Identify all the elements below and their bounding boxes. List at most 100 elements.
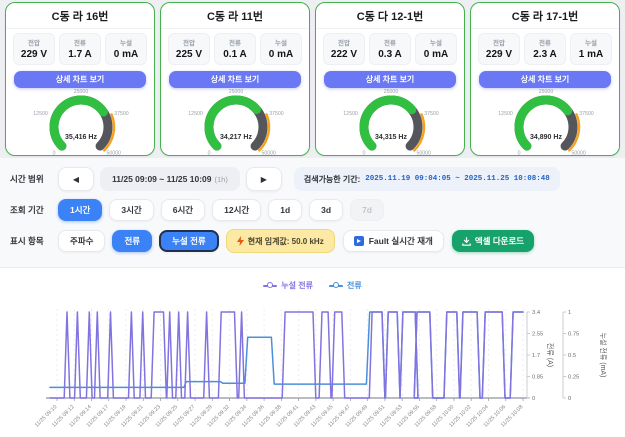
chart-legend: 누설 전류 전류 bbox=[0, 280, 625, 291]
period-label: 조회 기간 bbox=[10, 205, 44, 215]
svg-text:12500: 12500 bbox=[33, 111, 48, 117]
current-stat: 전류 2.3 A bbox=[524, 33, 566, 65]
available-period-badge: 검색가능한 기간: 2025.11.19 09:04:05 ~ 2025.11.… bbox=[293, 167, 560, 191]
svg-text:37500: 37500 bbox=[424, 111, 439, 117]
trend-chart: 11/25 09:1011/25 09:1211/25 09:1411/25 0… bbox=[34, 309, 608, 429]
leak-stat: 누설 1 mA bbox=[570, 33, 612, 65]
period-3h-button[interactable]: 3시간 bbox=[109, 199, 154, 221]
svg-text:0: 0 bbox=[518, 150, 521, 155]
svg-text:0: 0 bbox=[363, 150, 366, 155]
svg-text:12500: 12500 bbox=[343, 111, 358, 117]
period-7d-button: 7d bbox=[350, 199, 384, 221]
legend-item-current[interactable]: 전류 bbox=[328, 280, 362, 291]
left-arrow-icon: ◀ bbox=[72, 174, 80, 184]
legend-marker bbox=[263, 282, 278, 289]
leak-stat: 누설 0 mA bbox=[105, 33, 147, 65]
svg-text:34,217 Hz: 34,217 Hz bbox=[220, 134, 252, 141]
svg-text:25000: 25000 bbox=[539, 89, 554, 95]
svg-text:35,416 Hz: 35,416 Hz bbox=[65, 134, 97, 141]
controls-panel: 시간 범위 ◀ 11/25 09:09 ~ 11/25 10:09 (1h) ▶ … bbox=[0, 158, 625, 268]
detail-chart-button[interactable]: 상세 차트 보기 bbox=[169, 71, 301, 88]
svg-text:50000: 50000 bbox=[571, 150, 586, 155]
period-row: 조회 기간 1시간 3시간 6시간 12시간 1d 3d 7d bbox=[10, 199, 615, 221]
time-range-label: 시간 범위 bbox=[10, 174, 44, 184]
stats-row: 전압 229 V 전류 1.7 A 누설 0 mA bbox=[6, 29, 154, 65]
device-card-4: C동 라 17-1번 전압 229 V 전류 2.3 A 누설 1 mA 상세 … bbox=[470, 2, 620, 156]
svg-text:전류 (A): 전류 (A) bbox=[546, 343, 555, 367]
svg-text:3.4: 3.4 bbox=[532, 310, 541, 316]
download-icon bbox=[462, 236, 471, 246]
svg-text:0: 0 bbox=[568, 396, 571, 402]
legend-marker bbox=[328, 282, 343, 289]
display-items-label: 표시 항목 bbox=[10, 236, 44, 246]
period-6h-button[interactable]: 6시간 bbox=[160, 199, 206, 221]
voltage-stat: 전압 229 V bbox=[478, 33, 520, 65]
svg-text:12500: 12500 bbox=[498, 111, 513, 117]
svg-text:37500: 37500 bbox=[269, 111, 284, 117]
device-title: C동 다 12-1번 bbox=[316, 3, 464, 29]
range-duration: (1h) bbox=[214, 175, 228, 184]
leakage-monitoring-dashboard: C동 라 16번 전압 229 V 전류 1.7 A 누설 0 mA 상세 차트… bbox=[0, 0, 625, 437]
detail-chart-button[interactable]: 상세 차트 보기 bbox=[14, 71, 146, 88]
device-card-3: C동 다 12-1번 전압 222 V 전류 0.3 A 누설 0 mA 상세 … bbox=[315, 2, 465, 156]
display-items-row: 표시 항목 주파수 전류 누설 전류 현재 임계값: 50.0 kHz Faul… bbox=[10, 229, 615, 253]
threshold-badge: 현재 임계값: 50.0 kHz bbox=[225, 229, 335, 253]
svg-text:1.7: 1.7 bbox=[532, 353, 540, 359]
svg-text:50000: 50000 bbox=[416, 150, 431, 155]
svg-text:0.5: 0.5 bbox=[568, 353, 576, 359]
svg-text:50000: 50000 bbox=[106, 150, 121, 155]
current-stat: 전류 0.3 A bbox=[369, 33, 411, 65]
device-card-1: C동 라 16번 전압 229 V 전류 1.7 A 누설 0 mA 상세 차트… bbox=[5, 2, 155, 156]
svg-text:0: 0 bbox=[53, 150, 56, 155]
current-stat: 전류 0.1 A bbox=[214, 33, 256, 65]
trend-chart-section: 누설 전류 전류 11/25 09:10 11/25 09:12 11/25 09:… bbox=[0, 268, 625, 437]
excel-download-button[interactable]: 엑셀 다운로드 bbox=[451, 230, 535, 252]
svg-text:25000: 25000 bbox=[229, 89, 244, 95]
svg-text:25000: 25000 bbox=[74, 89, 89, 95]
svg-text:37500: 37500 bbox=[114, 111, 129, 117]
frequency-gauge: 0 12500 25000 37500 50000 34,217 Hz bbox=[188, 89, 284, 155]
current-stat: 전류 1.7 A bbox=[59, 33, 101, 65]
time-range-row: 시간 범위 ◀ 11/25 09:09 ~ 11/25 10:09 (1h) ▶ … bbox=[10, 167, 615, 191]
lightning-icon bbox=[236, 236, 244, 246]
stats-row: 전압 222 V 전류 0.3 A 누설 0 mA bbox=[316, 29, 464, 65]
period-12h-button[interactable]: 12시간 bbox=[212, 199, 262, 221]
next-range-button[interactable]: ▶ bbox=[245, 167, 282, 191]
stats-row: 전압 225 V 전류 0.1 A 누설 0 mA bbox=[161, 29, 309, 65]
voltage-stat: 전압 222 V bbox=[323, 33, 365, 65]
current-range-pill: 11/25 09:09 ~ 11/25 10:09 (1h) bbox=[100, 167, 240, 191]
svg-text:37500: 37500 bbox=[579, 111, 594, 117]
frequency-gauge: 0 12500 25000 37500 50000 35,416 Hz bbox=[33, 89, 129, 155]
period-3d-button[interactable]: 3d bbox=[309, 199, 344, 221]
svg-text:0.75: 0.75 bbox=[568, 332, 579, 338]
legend-item-leak-current[interactable]: 누설 전류 bbox=[263, 280, 313, 291]
fault-resume-button[interactable]: Fault 실시간 재개 bbox=[342, 230, 444, 252]
svg-text:0.85: 0.85 bbox=[532, 375, 543, 381]
svg-text:34,890 Hz: 34,890 Hz bbox=[530, 134, 562, 141]
detail-chart-button[interactable]: 상세 차트 보기 bbox=[324, 71, 456, 88]
svg-text:1: 1 bbox=[568, 310, 571, 316]
device-title: C동 라 11번 bbox=[161, 3, 309, 29]
svg-text:2.55: 2.55 bbox=[532, 332, 543, 338]
svg-text:25000: 25000 bbox=[384, 89, 399, 95]
device-title: C동 라 17-1번 bbox=[471, 3, 619, 29]
detail-chart-button[interactable]: 상세 차트 보기 bbox=[479, 71, 611, 88]
prev-range-button[interactable]: ◀ bbox=[58, 167, 94, 191]
frequency-toggle-button[interactable]: 주파수 bbox=[58, 230, 106, 252]
period-1h-button[interactable]: 1시간 bbox=[58, 199, 103, 221]
svg-text:34,315 Hz: 34,315 Hz bbox=[375, 134, 407, 141]
leak-current-toggle-button[interactable]: 누설 전류 bbox=[159, 230, 219, 252]
device-card-2: C동 라 11번 전압 225 V 전류 0.1 A 누설 0 mA 상세 차트… bbox=[160, 2, 310, 156]
device-title: C동 라 16번 bbox=[6, 3, 154, 29]
right-arrow-icon: ▶ bbox=[260, 174, 267, 184]
current-toggle-button[interactable]: 전류 bbox=[112, 230, 153, 252]
leak-stat: 누설 0 mA bbox=[415, 33, 457, 65]
device-cards-strip: C동 라 16번 전압 229 V 전류 1.7 A 누설 0 mA 상세 차트… bbox=[0, 0, 625, 158]
frequency-gauge: 0 12500 25000 37500 50000 34,315 Hz bbox=[343, 89, 439, 155]
svg-text:누설 전류 (mA): 누설 전류 (mA) bbox=[599, 333, 608, 378]
period-1d-button[interactable]: 1d bbox=[268, 199, 303, 221]
frequency-gauge: 0 12500 25000 37500 50000 34,890 Hz bbox=[498, 89, 594, 155]
stats-row: 전압 229 V 전류 2.3 A 누설 1 mA bbox=[471, 29, 619, 65]
voltage-stat: 전압 225 V bbox=[168, 33, 210, 65]
play-icon bbox=[353, 236, 364, 246]
